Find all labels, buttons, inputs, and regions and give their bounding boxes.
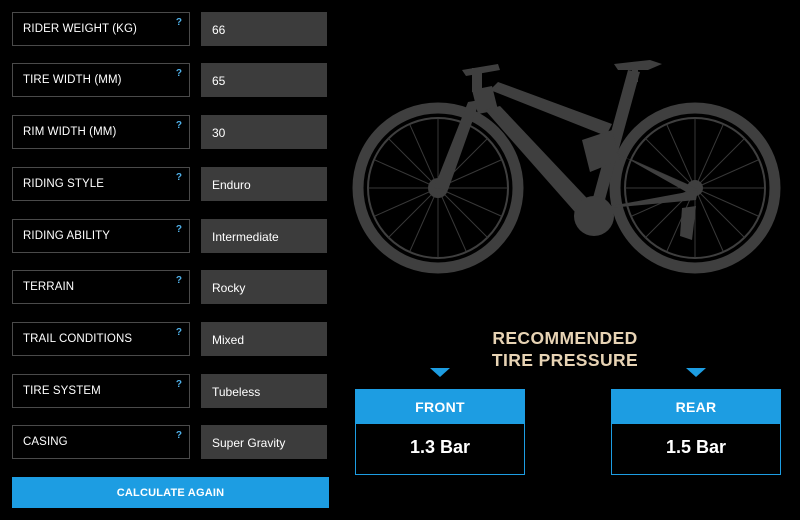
riding-style-select[interactable]: Enduro	[201, 167, 327, 201]
calculate-again-button[interactable]: CALCULATE AGAIN	[12, 477, 329, 508]
field-rim-width: RIM WIDTH (MM) ? 30	[12, 115, 328, 149]
help-icon[interactable]: ?	[176, 224, 182, 235]
field-label: RIM WIDTH (MM)	[23, 126, 117, 138]
help-icon[interactable]: ?	[176, 68, 182, 79]
help-icon[interactable]: ?	[176, 17, 182, 28]
field-label: RIDING STYLE	[23, 178, 105, 190]
bike-illustration	[350, 40, 790, 300]
recommended-title: RECOMMENDED TIRE PRESSURE	[448, 327, 682, 371]
field-value: 66	[212, 23, 226, 37]
field-label-box: TRAIL CONDITIONS ?	[12, 322, 190, 356]
field-value: Intermediate	[212, 230, 279, 244]
rear-pressure-card: REAR 1.5 Bar	[611, 389, 781, 475]
field-trail-conditions: TRAIL CONDITIONS ? Mixed	[12, 322, 328, 356]
terrain-select[interactable]: Rocky	[201, 270, 327, 304]
triangle-down-icon	[430, 368, 450, 377]
field-tire-system: TIRE SYSTEM ? Tubeless	[12, 374, 328, 408]
field-casing: CASING ? Super Gravity	[12, 425, 328, 459]
riding-ability-select[interactable]: Intermediate	[201, 219, 327, 253]
field-label-box: RIM WIDTH (MM) ?	[12, 115, 190, 149]
rear-label: REAR	[612, 390, 780, 424]
help-icon[interactable]: ?	[176, 379, 182, 390]
front-pressure-card: FRONT 1.3 Bar	[355, 389, 525, 475]
bike-icon	[352, 60, 781, 274]
front-value: 1.3 Bar	[409, 437, 471, 457]
front-label: FRONT	[356, 390, 524, 424]
field-label-box: TERRAIN ?	[12, 270, 190, 304]
field-label: CASING	[23, 436, 68, 448]
field-value: 30	[212, 126, 226, 140]
help-icon[interactable]: ?	[176, 327, 182, 338]
tire-system-select[interactable]: Tubeless	[201, 374, 327, 408]
field-terrain: TERRAIN ? Rocky	[12, 270, 328, 304]
help-icon[interactable]: ?	[176, 172, 182, 183]
field-riding-style: RIDING STYLE ? Enduro	[12, 167, 328, 201]
help-icon[interactable]: ?	[176, 275, 182, 286]
field-label: TIRE SYSTEM	[23, 385, 101, 397]
field-tire-width: TIRE WIDTH (MM) ? 65	[12, 63, 328, 97]
field-label: TRAIL CONDITIONS	[23, 333, 133, 345]
help-icon[interactable]: ?	[176, 120, 182, 131]
field-label: RIDER WEIGHT (KG)	[23, 23, 137, 35]
title-line-2: TIRE PRESSURE	[491, 350, 639, 370]
field-label-box: RIDER WEIGHT (KG) ?	[12, 12, 190, 46]
tire-width-input[interactable]: 65	[201, 63, 327, 97]
field-value: Enduro	[212, 178, 251, 192]
triangle-down-icon	[686, 368, 706, 377]
pressure-form: RIDER WEIGHT (KG) ? 66 TIRE WIDTH (MM) ?…	[0, 0, 340, 520]
field-label-box: RIDING ABILITY ?	[12, 219, 190, 253]
help-icon[interactable]: ?	[176, 430, 182, 441]
field-label-box: TIRE WIDTH (MM) ?	[12, 63, 190, 97]
field-value: Tubeless	[212, 385, 261, 399]
field-value: Rocky	[212, 281, 246, 295]
field-riding-ability: RIDING ABILITY ? Intermediate	[12, 219, 328, 253]
field-value: Super Gravity	[212, 436, 286, 450]
field-label: TIRE WIDTH (MM)	[23, 74, 122, 86]
field-rider-weight: RIDER WEIGHT (KG) ? 66	[12, 12, 328, 46]
field-label: TERRAIN	[23, 281, 75, 293]
field-label: RIDING ABILITY	[23, 230, 111, 242]
casing-select[interactable]: Super Gravity	[201, 425, 327, 459]
field-value: 65	[212, 74, 226, 88]
field-value: Mixed	[212, 333, 245, 347]
rider-weight-input[interactable]: 66	[201, 12, 327, 46]
field-label-box: RIDING STYLE ?	[12, 167, 190, 201]
rear-value: 1.5 Bar	[665, 437, 727, 457]
field-label-box: TIRE SYSTEM ?	[12, 374, 190, 408]
trail-conditions-select[interactable]: Mixed	[201, 322, 327, 356]
title-line-1: RECOMMENDED	[492, 328, 638, 348]
rim-width-input[interactable]: 30	[201, 115, 327, 149]
field-label-box: CASING ?	[12, 425, 190, 459]
